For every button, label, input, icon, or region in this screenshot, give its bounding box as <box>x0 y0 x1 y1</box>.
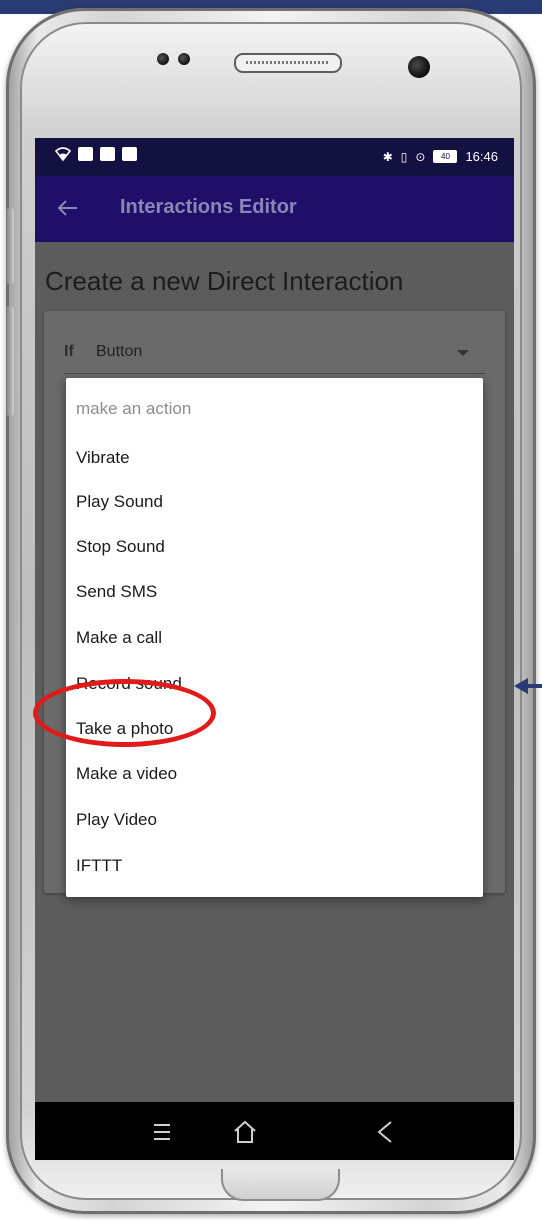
arrow-left-icon[interactable] <box>55 195 81 221</box>
if-label: If <box>64 343 74 360</box>
back-icon[interactable] <box>372 1119 398 1145</box>
status-left-icons <box>55 147 137 161</box>
home-key[interactable] <box>221 1169 340 1201</box>
highlight-ellipse <box>33 679 216 747</box>
side-button[interactable] <box>6 306 14 416</box>
status-right-icons: ✱ ▯ ⊙ 40 16:46 <box>383 149 498 164</box>
status-bar: ✱ ▯ ⊙ 40 16:46 <box>35 138 514 176</box>
front-camera-icon <box>408 56 430 78</box>
select-underline <box>64 373 485 374</box>
location-icon: ⊙ <box>415 149 426 164</box>
menu-item-send-sms[interactable]: Send SMS <box>76 570 157 614</box>
wifi-icon <box>55 147 71 161</box>
dropdown-arrow-icon[interactable] <box>457 350 469 356</box>
bluetooth-icon: ✱ <box>382 149 393 164</box>
menu-icon[interactable] <box>149 1119 175 1145</box>
gmail-icon <box>122 147 137 161</box>
image-icon <box>78 147 93 161</box>
app-bar: Interactions Editor <box>35 176 514 242</box>
phone-screen: ✱ ▯ ⊙ 40 16:46 Interactions Editor Creat… <box>35 138 514 1160</box>
sensor-dot-icon <box>178 53 190 65</box>
gmail-icon <box>100 147 115 161</box>
app-title: Interactions Editor <box>120 196 297 218</box>
screenshot-stage: ✱ ▯ ⊙ 40 16:46 Interactions Editor Creat… <box>0 0 542 1220</box>
navigation-bar <box>35 1102 514 1160</box>
battery-icon: 40 <box>433 150 458 163</box>
menu-item-vibrate[interactable]: Vibrate <box>76 436 130 480</box>
menu-item-play-sound[interactable]: Play Sound <box>76 480 163 524</box>
action-dropdown-menu: make an action Vibrate Play Sound Stop S… <box>66 378 483 897</box>
volume-button[interactable] <box>6 208 14 284</box>
menu-item-play-video[interactable]: Play Video <box>76 798 157 842</box>
menu-item-make-a-video[interactable]: Make a video <box>76 752 177 796</box>
menu-item-ifttt[interactable]: IFTTT <box>76 844 122 888</box>
trigger-select-value[interactable]: Button <box>96 343 142 361</box>
sensor-dot-icon <box>157 53 169 65</box>
menu-placeholder[interactable]: make an action <box>76 387 191 431</box>
home-icon[interactable] <box>232 1119 258 1145</box>
earpiece-speaker <box>234 53 342 73</box>
annotation-arrow-icon <box>514 678 542 694</box>
menu-item-make-a-call[interactable]: Make a call <box>76 616 162 660</box>
page-heading: Create a new Direct Interaction <box>45 266 404 296</box>
status-time: 16:46 <box>465 149 498 164</box>
vibrate-icon: ▯ <box>400 149 408 164</box>
menu-item-stop-sound[interactable]: Stop Sound <box>76 525 165 569</box>
